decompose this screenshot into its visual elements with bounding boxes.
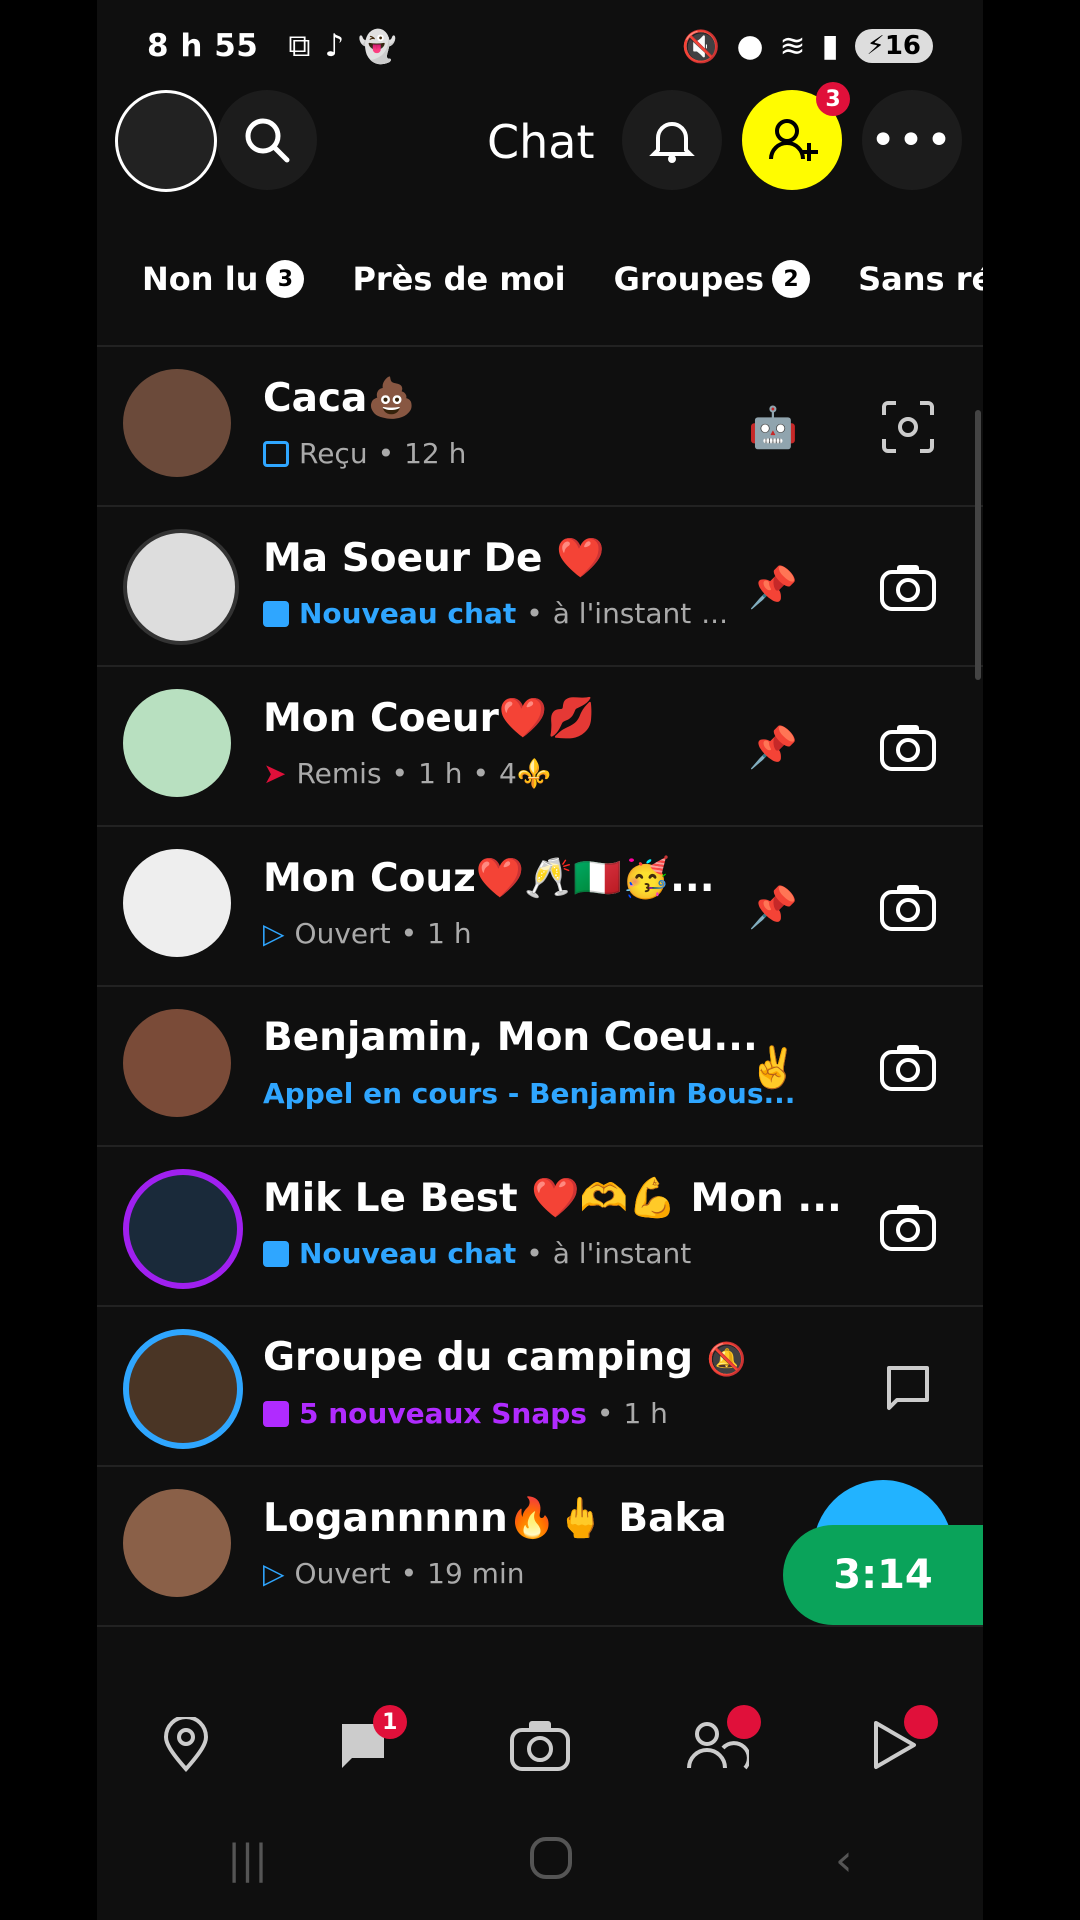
chat-name: Logannnnn🔥🖕 Baka	[263, 1496, 727, 1541]
screen-record-icon: ⧉	[288, 27, 311, 64]
chat-button[interactable]	[873, 1352, 943, 1422]
add-friend-button[interactable]: 3	[742, 82, 850, 190]
status-bar: 8 h 55 ⧉ ♪ 👻 🔇 ● ≋ ▮ ⚡16	[147, 18, 933, 74]
chat-list: Caca💩 Reçu • 12 h 🤖 Ma Soeur De ❤️ Nouve…	[97, 345, 983, 1627]
victory-hand-icon: ✌️	[748, 1044, 798, 1091]
camera-button[interactable]	[873, 872, 943, 942]
nav-chat[interactable]: 1	[323, 1705, 407, 1785]
more-icon: •••	[870, 114, 954, 166]
scrollbar[interactable]	[975, 410, 981, 680]
top-bar: Chat 3 •••	[97, 82, 983, 195]
mute-icon: 🔇	[681, 28, 721, 65]
count-badge: 3	[266, 260, 305, 298]
camera-icon	[880, 565, 936, 611]
chat-bubble-outline-icon	[887, 1366, 929, 1410]
chat-name: Ma Soeur De ❤️	[263, 536, 605, 581]
chat-name: Groupe du camping 🔕	[263, 1335, 747, 1380]
location-icon: ●	[736, 28, 764, 64]
chat-row[interactable]: Mon Coeur❤️💋 ➤ Remis • 1 h • 4⚜️ 📌	[97, 667, 983, 827]
notifications-button[interactable]	[622, 90, 722, 190]
nav-camera[interactable]	[500, 1705, 580, 1785]
camera-button[interactable]	[873, 1192, 943, 1262]
camera-button[interactable]	[873, 552, 943, 622]
back-icon[interactable]: ‹	[835, 1835, 853, 1886]
pin-icon: 📌	[748, 884, 798, 931]
count-badge: 2	[772, 260, 811, 298]
snapchat-icon: 👻	[358, 28, 397, 65]
avatar	[123, 849, 231, 957]
search-button[interactable]	[217, 90, 317, 190]
camera-button[interactable]	[873, 712, 943, 782]
camera-icon	[880, 1045, 936, 1091]
profile-avatar[interactable]	[115, 90, 217, 192]
chat-row[interactable]: Benjamin, Mon Coeu... Appel en cours - B…	[97, 987, 983, 1147]
bell-icon	[649, 122, 695, 163]
chat-row[interactable]: Mik Le Best ❤️🫶💪 Mon ... Nouveau chat • …	[97, 1147, 983, 1307]
camera-icon	[880, 725, 936, 771]
page-title: Chat	[487, 115, 595, 169]
chat-name: Benjamin, Mon Coeu...	[263, 1015, 758, 1060]
nav-stories[interactable]	[854, 1705, 939, 1785]
tiktok-icon: ♪	[324, 28, 345, 64]
opened-arrow-icon: ▷	[263, 917, 285, 950]
avatar	[123, 1169, 243, 1289]
pin-icon: 📌	[748, 724, 798, 771]
wifi-icon: ≋	[779, 28, 806, 64]
snap-square-icon	[263, 1400, 289, 1427]
tab-unanswered[interactable]: Sans répo	[858, 260, 983, 298]
search-icon	[245, 118, 290, 163]
muted-bell-icon: 🔕	[706, 1340, 747, 1378]
tab-groups[interactable]: Groupes 2	[614, 260, 811, 298]
avatar	[123, 369, 231, 477]
nav-map[interactable]	[146, 1705, 226, 1785]
chat-row[interactable]: Mon Couz❤️🥂🇮🇹🥳... ▷ Ouvert • 1 h 📌	[97, 827, 983, 987]
system-nav: ||| ‹	[97, 1815, 983, 1905]
nav-friends[interactable]	[677, 1705, 762, 1785]
chat-name: Mon Coeur❤️💋	[263, 696, 596, 741]
bottom-nav: 1	[97, 1690, 983, 1800]
map-pin-icon	[163, 1717, 208, 1773]
status-time: 8 h 55	[147, 28, 259, 64]
chat-name: Caca💩	[263, 376, 416, 421]
scan-camera-button[interactable]	[873, 392, 943, 462]
chat-bubble-icon	[263, 440, 289, 467]
opened-arrow-icon: ▷	[263, 1557, 285, 1590]
chat-name: Mon Couz❤️🥂🇮🇹🥳...	[263, 856, 715, 901]
bot-icon: 🤖	[748, 404, 798, 451]
stories-notification-dot	[904, 1705, 939, 1739]
call-timer[interactable]: 3:14	[783, 1525, 983, 1625]
chat-row[interactable]: Groupe du camping 🔕 5 nouveaux Snaps • 1…	[97, 1307, 983, 1467]
camera-button[interactable]	[873, 1032, 943, 1102]
recent-apps-icon[interactable]: |||	[227, 1837, 267, 1883]
avatar	[123, 689, 231, 797]
chat-row[interactable]: Caca💩 Reçu • 12 h 🤖	[97, 347, 983, 507]
tab-unread[interactable]: Non lu 3	[142, 260, 305, 298]
filter-tabs: Non lu3 Près de moi Groupes2 Sans répo	[142, 260, 983, 298]
home-icon[interactable]	[528, 1835, 574, 1885]
tab-nearby[interactable]: Près de moi	[352, 260, 565, 298]
signal-icon: ▮	[821, 28, 839, 64]
more-button[interactable]: •••	[862, 90, 962, 190]
battery-badge: ⚡16	[854, 29, 933, 63]
chat-bubble-icon	[263, 600, 289, 627]
avatar	[123, 529, 239, 645]
friend-requests-badge: 3	[816, 82, 850, 116]
scan-icon	[882, 401, 934, 453]
camera-icon	[509, 1721, 570, 1771]
camera-icon	[880, 885, 936, 931]
avatar	[123, 1489, 231, 1597]
app-frame: 8 h 55 ⧉ ♪ 👻 🔇 ● ≋ ▮ ⚡16 Chat 3 ••• Non …	[97, 0, 983, 1920]
avatar	[123, 1329, 243, 1449]
chat-bubble-icon	[263, 1240, 289, 1267]
delivered-arrow-icon: ➤	[263, 757, 287, 790]
friends-notification-dot	[727, 1705, 762, 1739]
avatar	[123, 1009, 231, 1117]
chat-nav-badge: 1	[372, 1705, 407, 1739]
add-friend-icon	[769, 119, 818, 161]
camera-icon	[880, 1205, 936, 1251]
chat-name: Mik Le Best ❤️🫶💪 Mon ...	[263, 1176, 842, 1221]
pin-icon: 📌	[748, 564, 798, 611]
chat-row[interactable]: Ma Soeur De ❤️ Nouveau chat • à l'instan…	[97, 507, 983, 667]
